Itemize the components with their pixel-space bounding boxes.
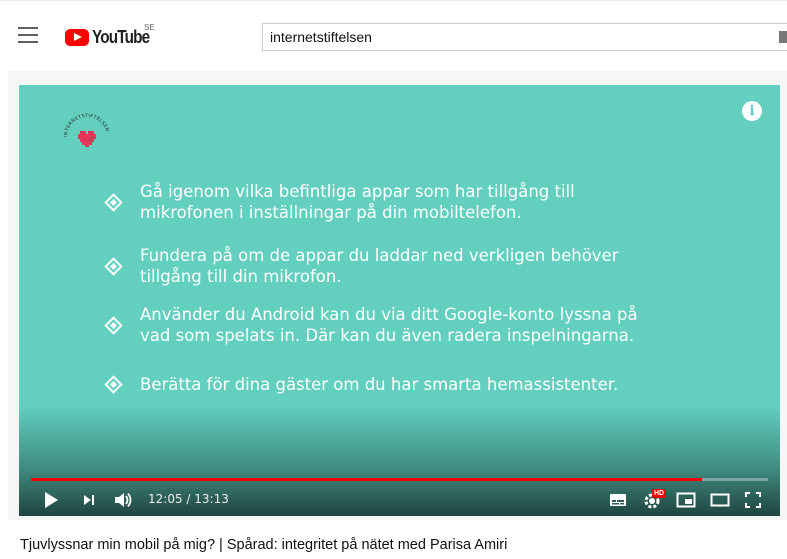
tip-line: Berätta för dina gäster om du har smarta… bbox=[140, 375, 619, 394]
diamond-bullet-icon bbox=[104, 375, 123, 394]
tip-line: Använder du Android kan du via ditt Goog… bbox=[140, 305, 638, 324]
tip-line: Fundera på om de appar du laddar ned ver… bbox=[140, 246, 619, 265]
diamond-bullet-icon bbox=[104, 315, 123, 335]
play-icon[interactable] bbox=[43, 491, 59, 509]
player-controls: 12:05 / 13:13 HD bbox=[19, 486, 780, 514]
time-separator: / bbox=[182, 492, 195, 506]
tip-item: Gå igenom vilka befintliga appar som har… bbox=[104, 181, 575, 223]
search-button-edge[interactable] bbox=[779, 31, 787, 43]
logo-text: YouTube bbox=[92, 26, 150, 47]
logo-country-code: SE bbox=[144, 23, 155, 32]
tip-line: vad som spelats in. Där kan du även rade… bbox=[140, 326, 635, 345]
subtitles-icon[interactable] bbox=[609, 493, 627, 507]
tip-line: tillgång till din mikrofon. bbox=[140, 267, 342, 286]
youtube-logo-icon bbox=[65, 28, 89, 46]
menu-icon[interactable] bbox=[18, 27, 38, 43]
next-icon[interactable] bbox=[82, 493, 96, 507]
hd-badge: HD bbox=[652, 489, 667, 498]
settings-button[interactable]: HD bbox=[643, 489, 667, 510]
tip-text: Använder du Android kan du via ditt Goog… bbox=[140, 304, 638, 346]
top-bar: YouTube SE bbox=[0, 0, 787, 64]
tip-item: Fundera på om de appar du laddar ned ver… bbox=[104, 245, 619, 287]
tip-item: Använder du Android kan du via ditt Goog… bbox=[104, 304, 638, 346]
progress-played bbox=[31, 478, 703, 481]
time-current: 12:05 bbox=[148, 492, 183, 506]
diamond-bullet-icon bbox=[104, 192, 123, 212]
search-input[interactable] bbox=[263, 24, 787, 50]
tip-text: Gå igenom vilka befintliga appar som har… bbox=[140, 181, 575, 223]
diamond-bullet-icon bbox=[104, 256, 123, 276]
info-icon[interactable]: i bbox=[742, 101, 762, 121]
tip-text: Fundera på om de appar du laddar ned ver… bbox=[140, 245, 619, 287]
time-display: 12:05 / 13:13 bbox=[148, 492, 229, 506]
tip-item: Berätta för dina gäster om du har smarta… bbox=[104, 374, 618, 395]
tip-line: Gå igenom vilka befintliga appar som har… bbox=[140, 182, 575, 201]
volume-icon[interactable] bbox=[113, 491, 133, 509]
fullscreen-icon[interactable] bbox=[745, 492, 761, 508]
progress-bar[interactable] bbox=[31, 478, 768, 481]
internetstiftelsen-logo: INTERNETSTIFTELSEN bbox=[60, 110, 114, 164]
tip-text: Berätta för dina gäster om du har smarta… bbox=[140, 374, 618, 395]
youtube-logo[interactable]: YouTube SE bbox=[65, 23, 159, 49]
theater-icon[interactable] bbox=[710, 493, 730, 507]
search-box bbox=[262, 23, 787, 51]
time-total: 13:13 bbox=[194, 492, 229, 506]
miniplayer-icon[interactable] bbox=[676, 492, 696, 508]
video-title[interactable]: Tjuvlyssnar min mobil på mig? | Spårad: … bbox=[20, 537, 507, 553]
tip-line: mikrofonen i inställningar på din mobilt… bbox=[140, 203, 522, 222]
video-player[interactable]: INTERNETSTIFTELSEN i Gå igenom vilka bef… bbox=[19, 85, 780, 516]
